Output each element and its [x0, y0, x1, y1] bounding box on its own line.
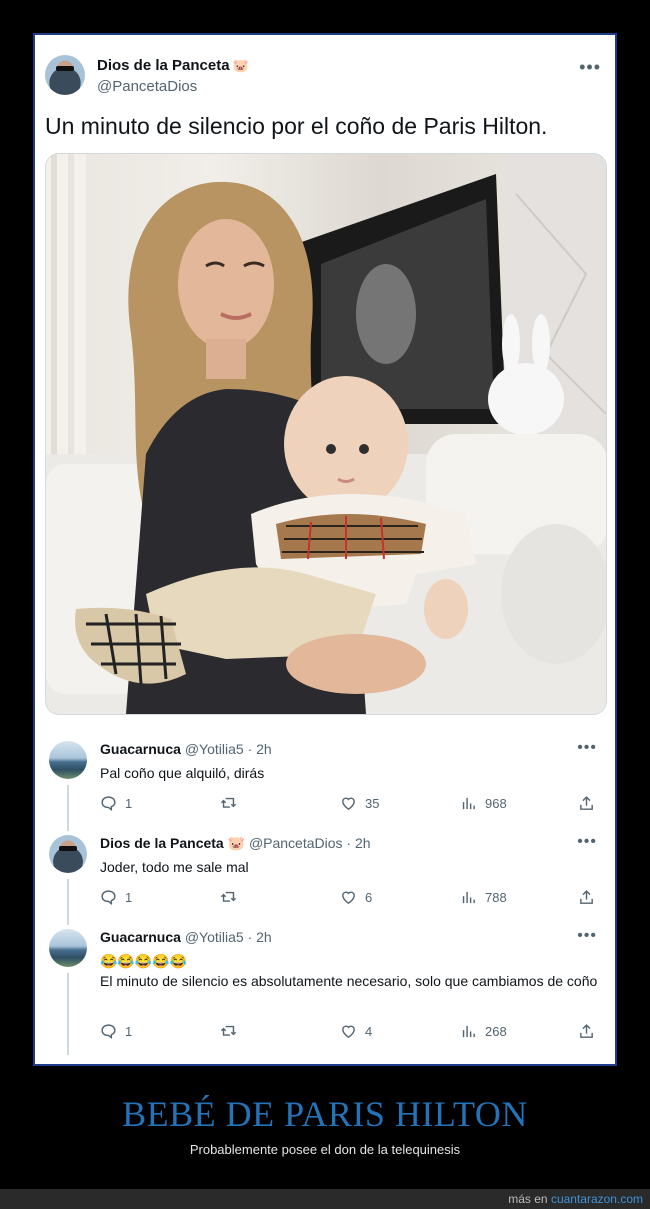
retweet-button[interactable]: [220, 795, 237, 812]
share-button[interactable]: [578, 889, 595, 906]
more-dots-icon[interactable]: •••: [577, 739, 597, 757]
reply-body: El minuto de silencio es absolutamente n…: [100, 973, 598, 989]
reply-name: Dios de la Panceta: [100, 835, 224, 851]
pig-emoji: 🐷: [232, 58, 249, 73]
reply-count: 1: [125, 890, 133, 905]
retweet-button[interactable]: [220, 889, 237, 906]
like-button[interactable]: 4: [340, 1023, 372, 1040]
retweet-icon: [220, 1025, 237, 1036]
more-dots-icon[interactable]: •••: [577, 833, 597, 851]
caption-subtitle: Probablemente posee el don de la telequi…: [189, 1142, 461, 1157]
sunglasses-shape: [59, 846, 77, 851]
retweet-button[interactable]: [220, 1023, 237, 1040]
share-icon: [580, 796, 593, 810]
reply-time: · 2h: [247, 929, 272, 945]
views-button[interactable]: 268: [460, 1023, 507, 1040]
reply-handle: @Yotilia5: [184, 929, 244, 945]
views-chart-icon: [462, 891, 475, 904]
retweet-icon: [220, 891, 237, 902]
reply-3[interactable]: Guacarnuca @Yotilia5 · 2h ••• 😂😂😂😂😂 El m…: [45, 925, 605, 1057]
footer-text: más en cuantarazon.com: [508, 1192, 643, 1206]
reply-count: 1: [125, 796, 133, 811]
heart-icon: [342, 1025, 355, 1039]
reply-button[interactable]: 1: [100, 889, 132, 906]
share-icon: [580, 890, 593, 904]
reply-name: Guacarnuca: [100, 929, 181, 945]
reply-time: · 2h: [346, 835, 371, 851]
reply-actions: 1 35 968: [100, 795, 600, 815]
reply-author[interactable]: Dios de la Panceta 🐷 @PancetaDios · 2h: [100, 835, 371, 852]
heart-icon: [342, 797, 355, 811]
thread-line: [67, 973, 69, 1055]
like-count: 6: [365, 890, 373, 905]
like-count: 4: [365, 1024, 373, 1039]
reply-time: · 2h: [247, 741, 272, 757]
share-icon: [580, 1024, 593, 1038]
reply-handle: @Yotilia5: [184, 741, 244, 757]
footer-bar: más en cuantarazon.com: [0, 1189, 650, 1209]
author-handle[interactable]: @PancetaDios: [97, 78, 197, 95]
more-dots-icon[interactable]: •••: [577, 927, 597, 945]
reply-text: Pal coño que alquiló, dirás: [100, 765, 265, 781]
views-button[interactable]: 788: [460, 889, 507, 906]
comment-icon: [101, 1024, 116, 1039]
pig-emoji: 🐷: [227, 835, 246, 851]
author-name[interactable]: Dios de la Panceta 🐷: [97, 57, 249, 74]
laugh-emoji-line: 😂😂😂😂😂: [100, 953, 188, 969]
more-dots-icon[interactable]: •••: [579, 57, 601, 78]
view-count: 268: [485, 1024, 507, 1039]
reply-handle: @PancetaDios: [248, 835, 343, 851]
caption-title: BEBÉ DE PARIS HILTON: [122, 1094, 528, 1134]
reply-2[interactable]: Dios de la Panceta 🐷 @PancetaDios · 2h •…: [45, 831, 605, 925]
share-button[interactable]: [578, 1023, 595, 1040]
tweet-header: Dios de la Panceta 🐷 @PancetaDios •••: [45, 55, 605, 99]
reply-text: 😂😂😂😂😂 El minuto de silencio es absolutam…: [100, 951, 600, 991]
tweet-card: Dios de la Panceta 🐷 @PancetaDios ••• Un …: [33, 33, 617, 1066]
reply-author[interactable]: Guacarnuca @Yotilia5 · 2h: [100, 741, 272, 757]
reply-avatar[interactable]: [49, 835, 87, 873]
reply-name: Guacarnuca: [100, 741, 181, 757]
tweet-photo[interactable]: [45, 153, 607, 715]
reply-1[interactable]: Guacarnuca @Yotilia5 · 2h ••• Pal coño q…: [45, 737, 605, 831]
footer-link[interactable]: cuantarazon.com: [551, 1192, 643, 1206]
reply-button[interactable]: 1: [100, 1023, 132, 1040]
thread-line: [67, 785, 69, 831]
view-count: 788: [485, 890, 507, 905]
reply-author[interactable]: Guacarnuca @Yotilia5 · 2h: [100, 929, 272, 945]
views-chart-icon: [462, 797, 475, 810]
view-count: 968: [485, 796, 507, 811]
heart-icon: [342, 891, 355, 905]
author-avatar[interactable]: [45, 55, 85, 95]
share-button[interactable]: [578, 795, 595, 812]
reply-text: Joder, todo me sale mal: [100, 859, 249, 875]
tweet-text: Un minuto de silencio por el coño de Par…: [45, 113, 548, 139]
sunglasses-shape: [56, 66, 74, 71]
reply-avatar[interactable]: [49, 741, 87, 779]
author-name-text: Dios de la Panceta: [97, 57, 230, 74]
like-count: 35: [365, 796, 380, 811]
reply-actions: 1 4 268: [100, 1023, 600, 1043]
thread-line: [67, 879, 69, 925]
comment-icon: [101, 796, 116, 811]
reply-actions: 1 6 788: [100, 889, 600, 909]
retweet-icon: [220, 797, 237, 808]
views-chart-icon: [462, 1025, 475, 1038]
reply-avatar[interactable]: [49, 929, 87, 967]
comment-icon: [101, 890, 116, 905]
like-button[interactable]: 35: [340, 795, 379, 812]
footer-prefix: más en: [508, 1192, 548, 1206]
reply-count: 1: [125, 1024, 133, 1039]
views-button[interactable]: 968: [460, 795, 507, 812]
reply-button[interactable]: 1: [100, 795, 132, 812]
like-button[interactable]: 6: [340, 889, 372, 906]
